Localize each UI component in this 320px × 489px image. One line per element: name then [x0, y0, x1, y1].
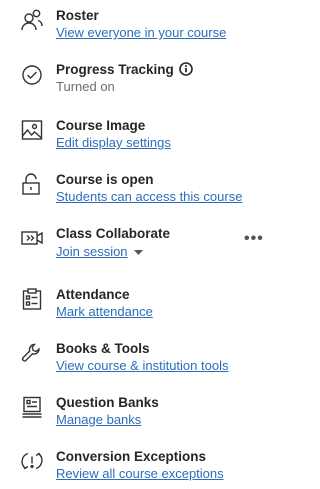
caret-down-icon: [133, 243, 143, 259]
attendance-item: Attendance Mark attendance: [0, 287, 275, 327]
course-image-item: Course Image Edit display settings: [0, 118, 275, 158]
edit-display-settings-link[interactable]: Edit display settings: [56, 135, 171, 151]
clipboard-icon: [20, 287, 44, 311]
question-banks-item: Question Banks Manage banks: [0, 395, 275, 435]
class-collaborate-item: Class Collaborate Join session •••: [0, 226, 275, 266]
info-icon[interactable]: [179, 62, 193, 80]
join-session-dropdown[interactable]: Join session: [56, 243, 143, 260]
class-collaborate-title: Class Collaborate: [56, 226, 171, 241]
people-icon: [20, 8, 44, 32]
roster-title: Roster: [56, 8, 99, 23]
collaborate-icon: [20, 226, 44, 250]
exception-icon: [20, 449, 44, 473]
view-roster-link[interactable]: View everyone in your course: [56, 25, 226, 41]
attendance-title: Attendance: [56, 287, 130, 302]
conversion-exceptions-title: Conversion Exceptions: [56, 449, 207, 464]
manage-banks-link[interactable]: Manage banks: [56, 412, 141, 428]
progress-tracking-title: Progress Tracking: [56, 62, 193, 80]
course-availability-item: Course is open Students can access this …: [0, 172, 275, 212]
course-details-panel: Roster View everyone in your course Prog…: [0, 0, 275, 486]
question-bank-icon: [20, 395, 44, 419]
mark-attendance-link[interactable]: Mark attendance: [56, 304, 153, 320]
wrench-icon: [20, 341, 44, 365]
unlock-icon: [20, 172, 44, 196]
view-tools-link[interactable]: View course & institution tools: [56, 358, 228, 374]
books-tools-title: Books & Tools: [56, 341, 150, 356]
roster-item: Roster View everyone in your course: [0, 8, 275, 48]
course-availability-title: Course is open: [56, 172, 154, 187]
review-exceptions-link[interactable]: Review all course exceptions: [56, 466, 224, 482]
books-tools-item: Books & Tools View course & institution …: [0, 341, 275, 381]
image-icon: [20, 118, 44, 142]
course-image-title: Course Image: [56, 118, 146, 133]
student-access-link[interactable]: Students can access this course: [56, 189, 242, 205]
more-options-button[interactable]: •••: [244, 231, 264, 247]
conversion-exceptions-item: Conversion Exceptions Review all course …: [0, 449, 275, 489]
checkmark-circle-icon: [20, 62, 44, 86]
progress-tracking-item: Progress Tracking Turned on: [0, 62, 275, 102]
question-banks-title: Question Banks: [56, 395, 159, 410]
progress-tracking-status: Turned on: [56, 79, 115, 94]
